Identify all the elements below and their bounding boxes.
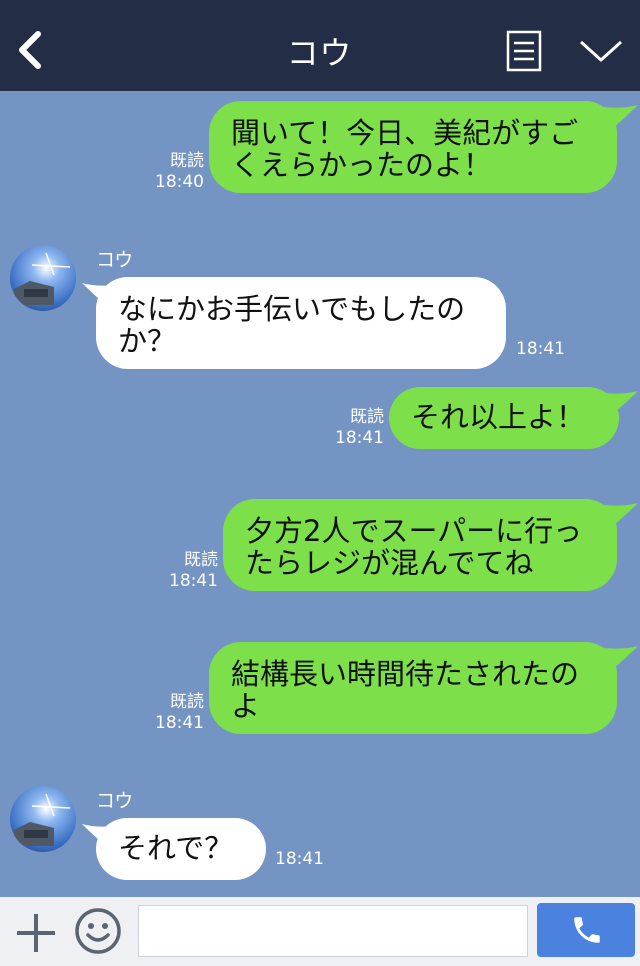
avatar[interactable] <box>10 245 76 311</box>
message-input[interactable] <box>138 905 528 957</box>
bubble-tail <box>604 503 638 525</box>
avatar[interactable] <box>10 786 76 852</box>
message-meta: 既読 18:41 <box>330 407 384 449</box>
chevron-down-icon[interactable] <box>578 36 624 66</box>
read-status: 既読 <box>170 692 204 712</box>
their-message-bubble[interactable]: それで？ <box>96 818 266 880</box>
message-meta: 既読 18:41 <box>150 692 204 734</box>
smiley-icon[interactable] <box>74 907 122 955</box>
their-message-bubble[interactable]: なにかお手伝いでもしたの か？ <box>96 277 506 369</box>
chat-area[interactable]: 聞いて！今日、美紀がすご くえらかったのよ！ 既読 18:40 コウ なにかお手… <box>0 91 640 897</box>
phone-icon <box>574 917 600 943</box>
sender-name: コウ <box>96 790 134 812</box>
message-time: 18:41 <box>169 571 218 591</box>
message-line: 夕方2人でスーパーに行っ <box>245 514 583 548</box>
chat-title: コウ <box>286 34 354 72</box>
chat-header: コウ <box>0 0 640 91</box>
message-line: たらレジが混んでてね <box>245 546 534 580</box>
my-message-bubble[interactable]: 夕方2人でスーパーに行っ たらレジが混んでてね <box>223 499 617 591</box>
message-meta: 既読 18:41 <box>164 550 218 592</box>
my-message-bubble[interactable]: 結構長い時間待たされたの よ <box>209 642 617 734</box>
message-line: なにかお手伝いでもしたの <box>118 292 466 326</box>
bubble-tail <box>604 391 638 413</box>
bubble-tail <box>604 646 638 668</box>
input-bar <box>0 897 640 966</box>
message-line: よ <box>231 689 261 723</box>
read-status: 既読 <box>170 151 204 171</box>
message-time: 18:41 <box>335 428 384 448</box>
my-message-bubble[interactable]: 聞いて！今日、美紀がすご くえらかったのよ！ <box>209 101 617 193</box>
message-meta: 既読 18:40 <box>150 151 204 193</box>
read-status: 既読 <box>350 407 384 427</box>
avatar-image <box>10 245 76 311</box>
bubble-tail <box>604 105 638 127</box>
message-line: 結構長い時間待たされたの <box>231 657 580 691</box>
my-message-bubble[interactable]: それ以上よ！ <box>389 387 619 449</box>
message-time: 18:41 <box>155 713 204 733</box>
message-line: それで？ <box>118 831 234 865</box>
message-line: か？ <box>118 324 177 358</box>
note-icon[interactable] <box>506 30 542 72</box>
plus-icon[interactable] <box>14 911 58 955</box>
call-button[interactable] <box>537 903 635 957</box>
message-line: 聞いて！今日、美紀がすご <box>231 116 579 150</box>
sender-name: コウ <box>96 249 134 271</box>
message-time: 18:41 <box>516 339 565 359</box>
message-time: 18:41 <box>275 849 324 869</box>
message-line: それ以上よ！ <box>411 400 586 434</box>
message-time: 18:40 <box>155 172 204 192</box>
avatar-image <box>10 786 76 852</box>
message-line: くえらかったのよ！ <box>231 148 493 182</box>
read-status: 既読 <box>184 550 218 570</box>
